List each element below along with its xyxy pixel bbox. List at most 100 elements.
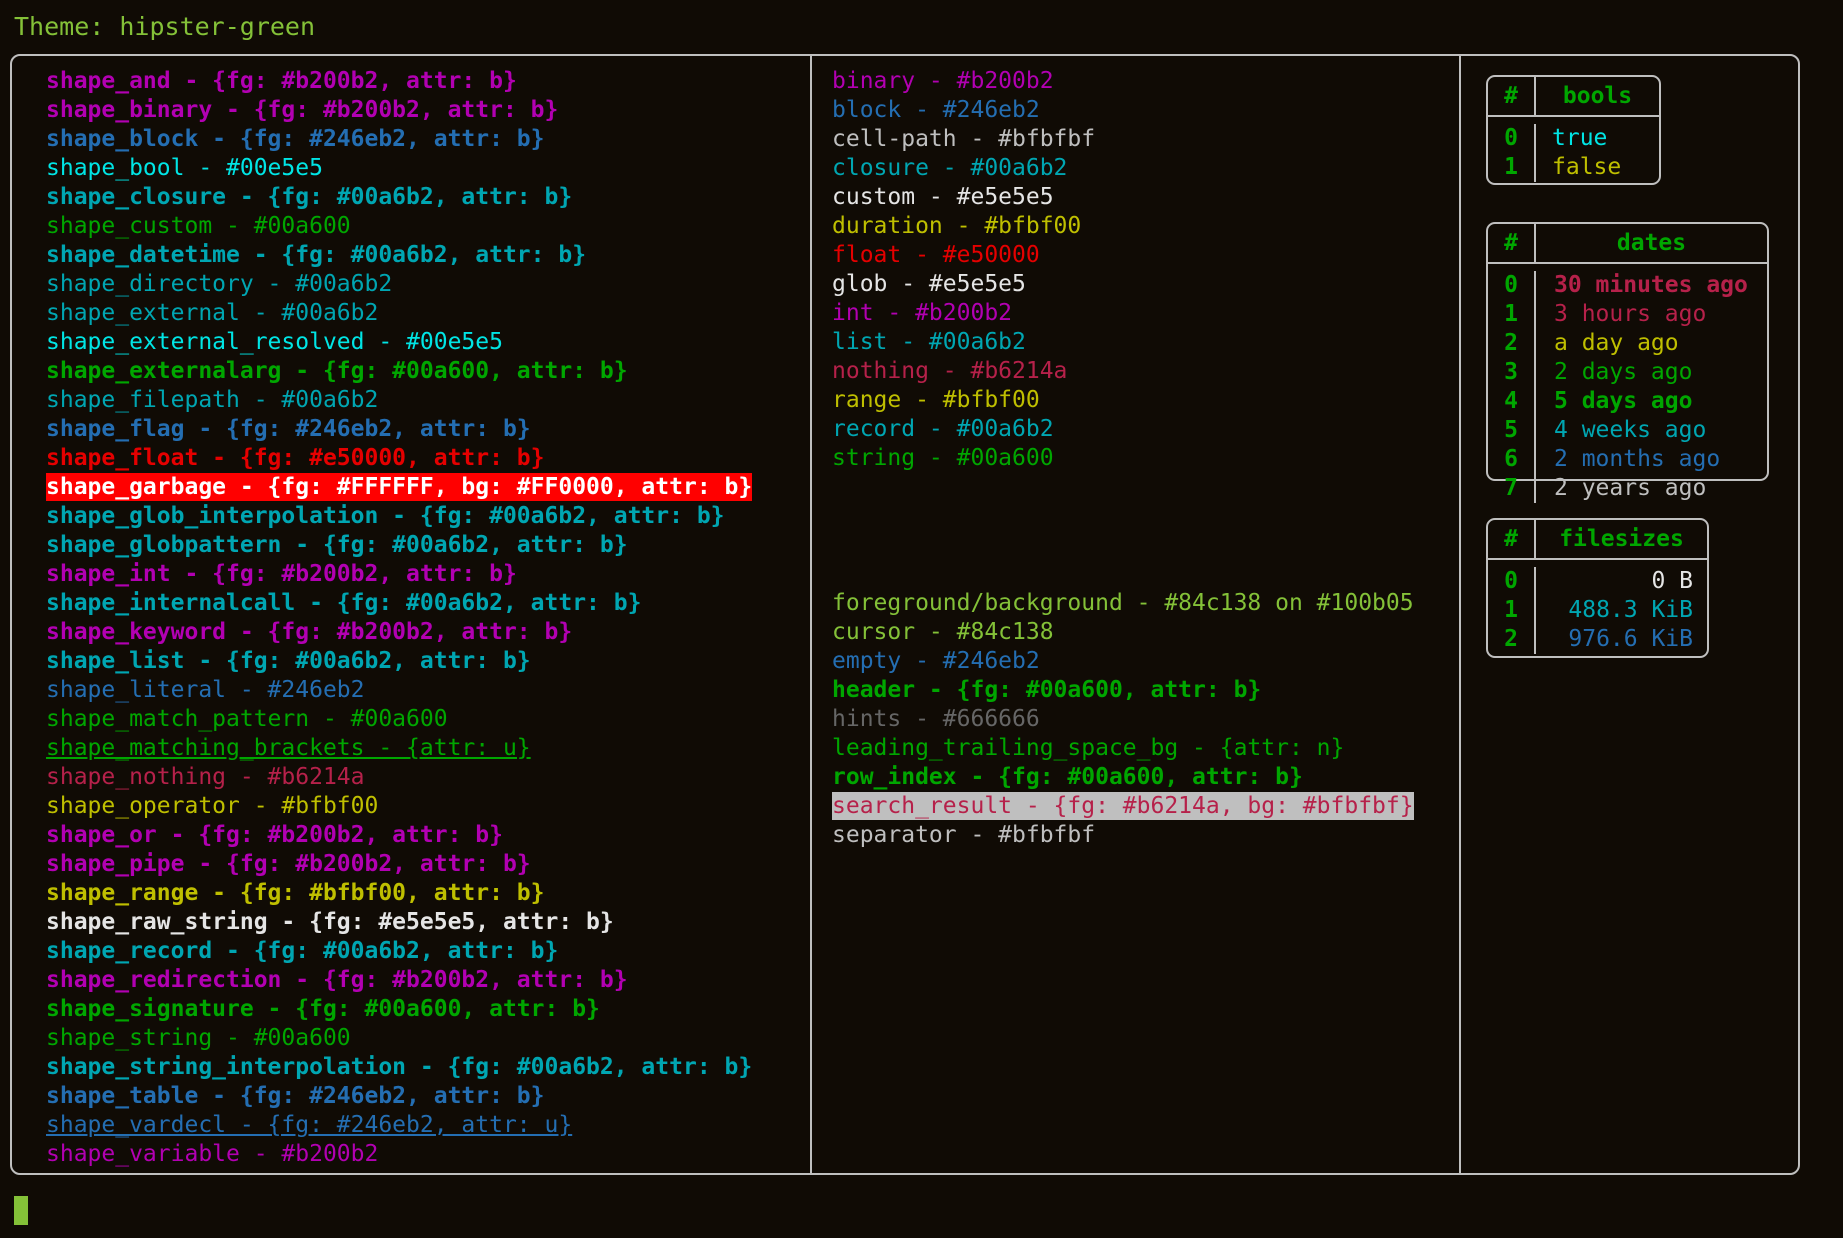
row-index: 0 — [1504, 568, 1518, 594]
table-row: 0 0 B — [1488, 567, 1707, 596]
type-line: string - #00a600 — [832, 444, 1414, 473]
type-entry: duration - #bfbf00 — [832, 213, 1082, 239]
type-line: record - #00a6b2 — [832, 415, 1414, 444]
shape-entry: shape_signature - {fg: #00a600, attr: b} — [46, 996, 600, 1022]
table-header: # bools — [1488, 77, 1659, 117]
shape-line: shape_signature - {fg: #00a600, attr: b} — [46, 995, 752, 1024]
type-entry: int - #b200b2 — [832, 300, 1013, 326]
row-index: 1 — [1504, 597, 1518, 623]
row-index: 2 — [1504, 330, 1518, 356]
shape-entry: shape_closure - {fg: #00a6b2, attr: b} — [46, 184, 573, 210]
samples-column: # bools 0 true 1 false # dates 0 30 minutes ago 1 3… — [1461, 56, 1798, 1173]
table-row: 0 true — [1488, 124, 1659, 153]
shape-entry: shape_keyword - {fg: #b200b2, attr: b} — [46, 619, 573, 645]
type-entry: float - #e50000 — [832, 242, 1040, 268]
type-line: cell-path - #bfbfbf — [832, 125, 1414, 154]
type-line: header - {fg: #00a600, attr: b} — [832, 676, 1414, 705]
row-value: 2 months ago — [1554, 446, 1721, 472]
shape-entry: shape_and - {fg: #b200b2, attr: b} — [46, 68, 517, 94]
type-entry: cell-path - #bfbfbf — [832, 126, 1096, 152]
shape-entry: shape_external_resolved - #00e5e5 — [46, 329, 503, 355]
row-index: 1 — [1504, 301, 1518, 327]
table-row: 1 3 hours ago — [1488, 300, 1767, 329]
type-entry: record - #00a6b2 — [832, 416, 1054, 442]
row-index: 0 — [1504, 125, 1518, 151]
shape-line: shape_raw_string - {fg: #e5e5e5, attr: b… — [46, 908, 752, 937]
row-index: 3 — [1504, 359, 1518, 385]
type-line: binary - #b200b2 — [832, 67, 1414, 96]
shape-line: shape_external - #00a6b2 — [46, 299, 752, 328]
shape-line: shape_externalarg - {fg: #00a600, attr: … — [46, 357, 752, 386]
shape-line: shape_range - {fg: #bfbf00, attr: b} — [46, 879, 752, 908]
table-row: 3 2 days ago — [1488, 358, 1767, 387]
types-list: binary - #b200b2 block - #246eb2 cell-path… — [832, 67, 1414, 850]
type-entry: binary - #b200b2 — [832, 68, 1054, 94]
shape-entry: shape_externalarg - {fg: #00a600, attr: … — [46, 358, 628, 384]
table-row: 2 976.6 KiB — [1488, 625, 1707, 654]
shape-entry: shape_range - {fg: #bfbf00, attr: b} — [46, 880, 545, 906]
shape-line: shape_glob_interpolation - {fg: #00a6b2,… — [46, 502, 752, 531]
table-row: 5 4 weeks ago — [1488, 416, 1767, 445]
row-value: false — [1552, 154, 1622, 180]
shape-entry: shape_directory - #00a6b2 — [46, 271, 393, 297]
row-value: 4 weeks ago — [1554, 417, 1707, 443]
type-line: hints - #666666 — [832, 705, 1414, 734]
table-row: 2 a day ago — [1488, 329, 1767, 358]
type-entry: block - #246eb2 — [832, 97, 1040, 123]
shape-entry: shape_float - {fg: #e50000, attr: b} — [46, 445, 545, 471]
type-line: list - #00a6b2 — [832, 328, 1414, 357]
type-entry: header - {fg: #00a600, attr: b} — [832, 677, 1262, 703]
row-index: 6 — [1504, 446, 1518, 472]
type-line: separator - #bfbfbf — [832, 821, 1414, 850]
row-index: 4 — [1504, 388, 1518, 414]
column-header-index: # — [1504, 82, 1518, 109]
shape-line: shape_nothing - #b6214a — [46, 763, 752, 792]
shape-entry: shape_pipe - {fg: #b200b2, attr: b} — [46, 851, 531, 877]
shape-entry: shape_matching_brackets - {attr: u} — [46, 735, 531, 761]
table-body: 0 0 B 1 488.3 KiB 2 976.6 KiB — [1488, 560, 1707, 654]
shape-line: shape_match_pattern - #00a600 — [46, 705, 752, 734]
type-entry: cursor - #84c138 — [832, 619, 1054, 645]
row-index: 1 — [1504, 154, 1518, 180]
row-index: 5 — [1504, 417, 1518, 443]
shape-line: shape_globpattern - {fg: #00a6b2, attr: … — [46, 531, 752, 560]
type-entry: search_result - {fg: #b6214a, bg: #bfbfb… — [832, 792, 1414, 820]
shape-entry: shape_vardecl - {fg: #246eb2, attr: u} — [46, 1112, 573, 1138]
type-entry: empty - #246eb2 — [832, 648, 1040, 674]
type-line — [832, 531, 1414, 560]
row-value: a day ago — [1554, 330, 1679, 356]
shape-line: shape_literal - #246eb2 — [46, 676, 752, 705]
type-entry: list - #00a6b2 — [832, 329, 1026, 355]
type-entry: row_index - {fg: #00a600, attr: b} — [832, 764, 1303, 790]
type-line: duration - #bfbf00 — [832, 212, 1414, 241]
shape-line: shape_closure - {fg: #00a6b2, attr: b} — [46, 183, 752, 212]
type-line: foreground/background - #84c138 on #100b… — [832, 589, 1414, 618]
shape-line: shape_binary - {fg: #b200b2, attr: b} — [46, 96, 752, 125]
type-entry: separator - #bfbfbf — [832, 822, 1096, 848]
shape-entry: shape_nothing - #b6214a — [46, 764, 365, 790]
shape-line: shape_garbage - {fg: #FFFFFF, bg: #FF000… — [46, 473, 753, 502]
row-value: 0 B — [1651, 568, 1693, 594]
type-line: float - #e50000 — [832, 241, 1414, 270]
table-row: 7 2 years ago — [1488, 474, 1767, 503]
shapes-column: shape_and - {fg: #b200b2, attr: b} shape_… — [12, 56, 810, 1173]
shape-line: shape_operator - #bfbf00 — [46, 792, 752, 821]
shape-entry: shape_custom - #00a600 — [46, 213, 351, 239]
shape-entry: shape_datetime - {fg: #00a6b2, attr: b} — [46, 242, 587, 268]
shape-entry: shape_block - {fg: #246eb2, attr: b} — [46, 126, 545, 152]
shape-line: shape_or - {fg: #b200b2, attr: b} — [46, 821, 752, 850]
column-header-value: filesizes — [1559, 525, 1684, 552]
sample-tables: # bools 0 true 1 false # dates 0 30 minutes ago 1 3… — [1461, 56, 1798, 1173]
shape-line: shape_matching_brackets - {attr: u} — [46, 734, 752, 763]
type-line: leading_trailing_space_bg - {attr: n} — [832, 734, 1414, 763]
table-body: 0 30 minutes ago 1 3 hours ago 2 a day ago 3 2 … — [1488, 264, 1767, 503]
shape-entry: shape_or - {fg: #b200b2, attr: b} — [46, 822, 503, 848]
shape-line: shape_flag - {fg: #246eb2, attr: b} — [46, 415, 752, 444]
type-entry: hints - #666666 — [832, 706, 1040, 732]
row-value: 488.3 KiB — [1568, 597, 1693, 623]
type-line — [832, 502, 1414, 531]
row-value: 2 years ago — [1554, 475, 1707, 501]
shape-line: shape_redirection - {fg: #b200b2, attr: … — [46, 966, 752, 995]
column-header-index: # — [1504, 229, 1518, 256]
table-row: 1 false — [1488, 153, 1659, 182]
